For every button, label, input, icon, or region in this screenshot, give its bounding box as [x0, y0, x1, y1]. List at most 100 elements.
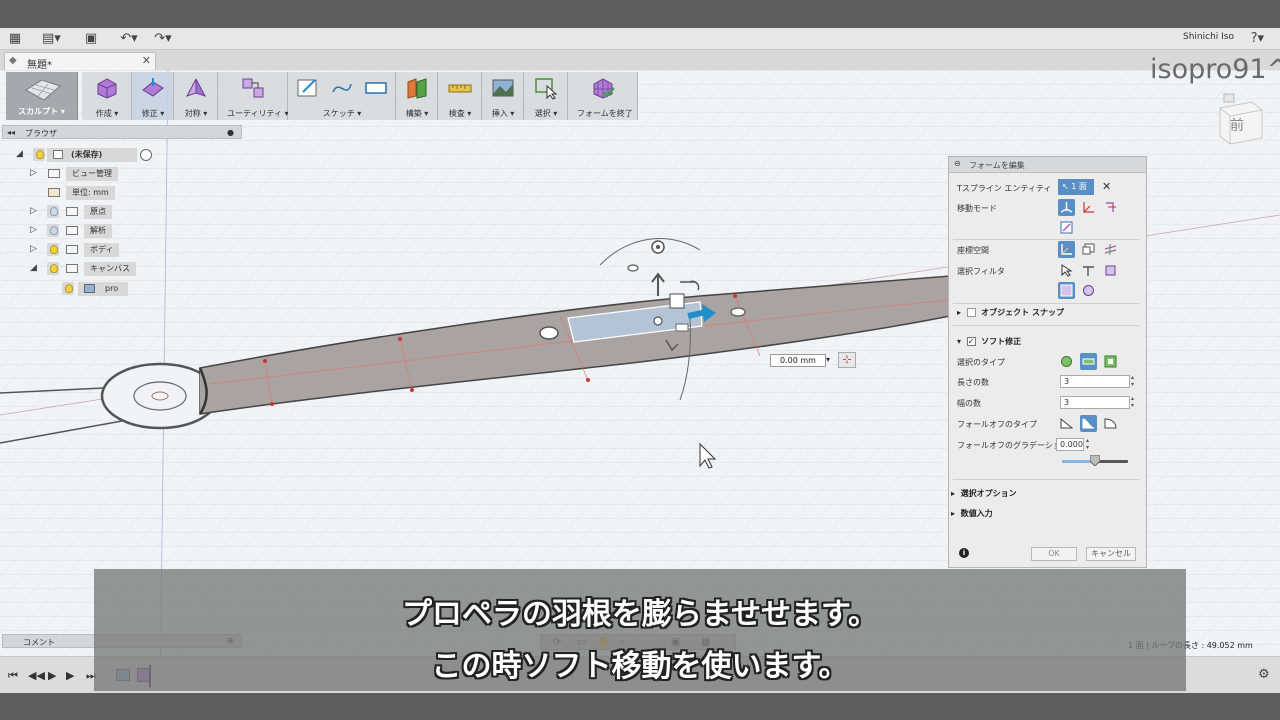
document-tab[interactable]: ◆ 無題* ✕ [4, 52, 156, 71]
workspace-switcher[interactable]: スカルプト ▾ [6, 72, 78, 120]
falloff-slider-track[interactable] [1062, 454, 1128, 467]
expand-arrow-icon[interactable]: ▷ [30, 244, 37, 254]
move-mode-translate-button[interactable] [1080, 199, 1097, 216]
t-spline-selection-button[interactable]: ↖ 1 面 [1058, 179, 1094, 195]
visibility-bulb-icon[interactable] [33, 148, 45, 161]
filter-edge-button[interactable] [1080, 262, 1097, 279]
length-count-input[interactable]: 3 [1060, 375, 1130, 388]
filter-object-button[interactable] [1080, 282, 1097, 299]
expand-arrow-icon[interactable]: ▷ [30, 206, 37, 216]
visibility-bulb-icon[interactable] [47, 224, 59, 237]
cancel-button[interactable]: キャンセル [1086, 547, 1136, 561]
help-icon[interactable]: ?▾ [1251, 31, 1264, 46]
soft-modify-checkbox[interactable]: ✓ [966, 337, 976, 346]
collapse-icon[interactable]: ◂◂ [7, 128, 15, 137]
construct-button[interactable]: 構築 ▾ [399, 76, 435, 118]
move-distance-input[interactable]: 0.00 mm [770, 354, 826, 367]
dropdown-arrow-icon[interactable]: ▾ [826, 355, 830, 364]
file-menu-icon[interactable]: ▤▾ [42, 31, 61, 47]
app-grid-icon[interactable]: ▦ [6, 31, 24, 47]
visibility-bulb-icon[interactable] [62, 282, 74, 295]
viewcube-face-label[interactable]: 前 [1230, 115, 1244, 135]
activate-radio-icon[interactable] [140, 149, 152, 161]
finish-form-button[interactable]: フォームを終了 [577, 76, 633, 118]
close-icon[interactable]: ✕ [142, 54, 151, 67]
clear-selection-icon[interactable]: ✕ [1102, 180, 1111, 193]
save-icon[interactable]: ▣ [82, 31, 100, 47]
toolbar-group-sketch: スケッチ ▾ [288, 72, 396, 120]
pin-icon[interactable]: ● [227, 128, 234, 137]
expand-arrow-icon[interactable]: ▷ [30, 168, 37, 178]
object-snap-section[interactable]: ▸ オブジェクト スナップ [957, 307, 1064, 318]
select-options-section[interactable]: ▸ 選択オプション [951, 488, 1017, 499]
length-count-label: 長さの数 [957, 378, 989, 387]
soft-modify-section[interactable]: ▾ ✓ ソフト修正 [957, 336, 1021, 347]
select-type-linear-button[interactable] [1080, 353, 1097, 370]
local-space-icon [1104, 244, 1117, 255]
undo-icon[interactable]: ↶▾ [116, 31, 142, 47]
redo-icon[interactable]: ↷▾ [150, 31, 176, 47]
visibility-bulb-icon[interactable] [47, 243, 59, 256]
falloff-gradation-stepper[interactable]: ▴ ▾ [1086, 437, 1089, 451]
finish-form-label: フォームを終了 [577, 109, 633, 118]
falloff-smooth-button[interactable] [1080, 415, 1097, 432]
expand-arrow-icon[interactable]: ▷ [30, 225, 37, 235]
user-name[interactable]: Shinichi Iso [1183, 32, 1234, 42]
panel-collapse-icon[interactable]: ⊖ [954, 159, 961, 168]
info-icon[interactable]: i [959, 548, 969, 558]
select-type-spherical-button[interactable] [1058, 353, 1075, 370]
filter-body-button[interactable] [1058, 282, 1075, 299]
falloff-linear-button[interactable] [1058, 415, 1075, 432]
expand-toggle-icon[interactable]: ◢ [16, 149, 23, 159]
play-icon[interactable]: ▶ [48, 669, 56, 682]
select-label: 選択 ▾ [534, 109, 558, 118]
sketch-curve-icon [332, 83, 352, 93]
symmetry-button[interactable]: 対称 ▾ [178, 76, 214, 118]
select-icon [535, 78, 558, 100]
divider [953, 325, 1139, 326]
numeric-input-section[interactable]: ▸ 数値入力 [951, 508, 993, 519]
coord-world-button[interactable] [1058, 241, 1075, 258]
expand-toggle-icon[interactable]: ◢ [30, 263, 37, 273]
step-forward-icon[interactable]: ▶ [66, 669, 74, 682]
sketch-rect-button[interactable] [358, 76, 394, 116]
select-button[interactable]: 選択 ▾ [528, 76, 564, 118]
length-count-stepper[interactable]: ▴ ▾ [1131, 374, 1134, 388]
coord-view-button[interactable] [1080, 241, 1097, 258]
move-mode-rotate-button[interactable] [1102, 199, 1119, 216]
ok-button[interactable]: OK [1031, 547, 1077, 561]
sketch-line-button[interactable]: スケッチ ▾ [323, 76, 361, 118]
step-back-icon[interactable]: ◀◀ [28, 669, 45, 682]
create-box-icon [97, 78, 117, 99]
toolbar-group-utility: ユーティリティ ▾ [218, 72, 289, 120]
object-snap-checkbox[interactable] [966, 308, 976, 317]
falloff-slider-thumb[interactable] [1089, 454, 1101, 467]
coord-local-button[interactable] [1102, 241, 1119, 258]
selection-filter-label: 選択フィルタ [957, 267, 1005, 276]
falloff-gradation-input[interactable]: 0.000 [1056, 438, 1084, 451]
transform-mode-icon[interactable]: ⊹ [838, 352, 856, 368]
utility-button[interactable]: ユーティリティ ▾ [227, 76, 289, 118]
toolbar-group-insert: 挿入 ▾ [482, 72, 524, 120]
move-mode-label: 移動モード [957, 204, 997, 213]
filter-vertex-button[interactable] [1058, 262, 1075, 279]
filter-face-button[interactable] [1102, 262, 1119, 279]
falloff-dome-button[interactable] [1102, 415, 1119, 432]
go-to-start-icon[interactable]: ⏮ [8, 669, 18, 683]
panel-header[interactable]: ⊖ フォームを編集 [949, 157, 1146, 173]
move-mode-scale-button[interactable] [1058, 219, 1075, 236]
insert-button[interactable]: 挿入 ▾ [485, 76, 521, 118]
width-count-label: 幅の数 [957, 399, 981, 408]
move-mode-multi-button[interactable] [1058, 199, 1075, 216]
settings-gear-icon[interactable]: ⚙ [1258, 667, 1270, 682]
visibility-bulb-icon[interactable] [47, 262, 59, 275]
browser-header[interactable]: ◂◂ ブラウザ ● [2, 125, 242, 139]
width-count-stepper[interactable]: ▴ ▾ [1131, 395, 1134, 409]
select-type-box-button[interactable] [1102, 353, 1119, 370]
object-snap-label: オブジェクト スナップ [981, 308, 1064, 317]
inspect-button[interactable]: 検査 ▾ [442, 76, 478, 118]
width-count-input[interactable]: 3 [1060, 396, 1130, 409]
visibility-bulb-icon[interactable] [47, 205, 59, 218]
create-button[interactable]: 作成 ▾ [89, 76, 125, 118]
modify-button[interactable]: 修正 ▾ [135, 76, 171, 118]
